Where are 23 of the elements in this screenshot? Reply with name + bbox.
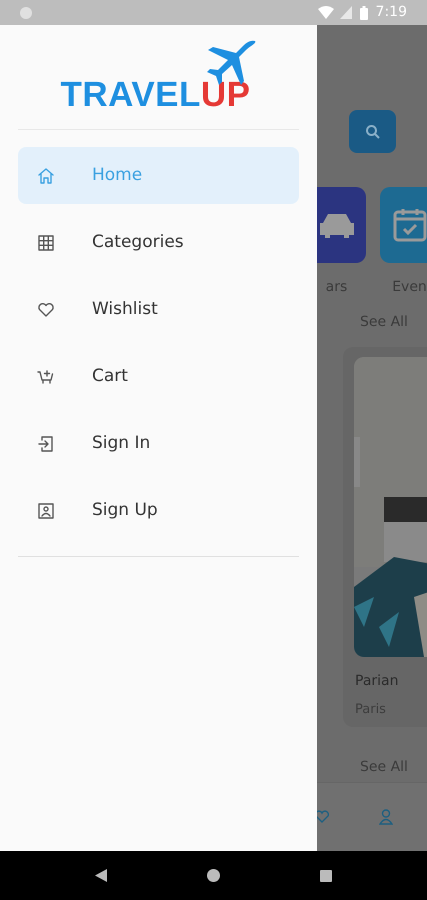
profile-card-icon bbox=[36, 500, 56, 520]
category-tile[interactable] bbox=[317, 187, 366, 263]
signal-icon bbox=[340, 6, 352, 19]
menu-item[interactable]: Cart bbox=[18, 348, 299, 405]
search-icon bbox=[364, 124, 380, 140]
category-tile[interactable] bbox=[380, 187, 427, 263]
menu-item[interactable]: Categories bbox=[18, 214, 299, 271]
search-button[interactable] bbox=[349, 110, 396, 153]
calendar-check-icon bbox=[392, 207, 427, 243]
menu-item[interactable]: Sign In bbox=[18, 415, 299, 472]
wifi-icon bbox=[318, 6, 334, 20]
car-icon bbox=[318, 211, 354, 239]
back-icon[interactable] bbox=[95, 869, 107, 882]
home-button-icon[interactable] bbox=[207, 869, 220, 882]
home-icon bbox=[36, 166, 56, 186]
recents-icon[interactable] bbox=[320, 870, 332, 882]
logo-text: TRAVELUP bbox=[60, 75, 251, 114]
menu-item[interactable]: Sign Up bbox=[18, 482, 299, 539]
battery-icon bbox=[360, 6, 368, 20]
grid-icon bbox=[36, 232, 56, 252]
card-title: Parian bbox=[355, 672, 400, 691]
status-time: 7:19 bbox=[376, 3, 407, 22]
menu-item[interactable]: Wishlist bbox=[18, 281, 299, 338]
